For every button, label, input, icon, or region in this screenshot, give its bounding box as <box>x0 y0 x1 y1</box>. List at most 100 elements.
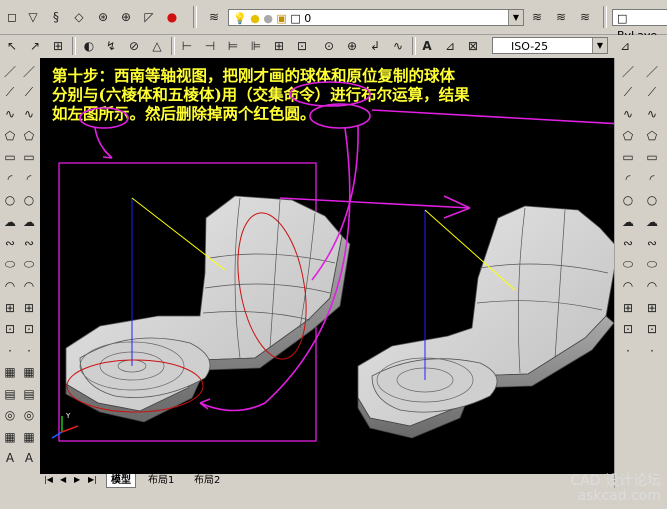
cylinder-edit-icon[interactable]: ∿ <box>643 105 661 123</box>
cylinder-icon[interactable]: ∿ <box>619 105 637 123</box>
pline-mod-icon[interactable]: ∿ <box>20 105 38 123</box>
line-mod-icon[interactable]: ／ <box>20 62 38 80</box>
box-edit-icon[interactable]: ／ <box>643 62 661 80</box>
center-mark-icon[interactable]: ⊙ <box>320 37 338 55</box>
pan-icon[interactable]: ▽ <box>24 8 42 26</box>
gradient-icon[interactable]: ▤ <box>1 385 19 403</box>
line-icon[interactable]: ／ <box>1 62 19 80</box>
mtext-mod-icon[interactable]: A <box>20 449 38 467</box>
intersect-edit-icon[interactable]: · <box>643 342 661 360</box>
pline-icon[interactable]: ∿ <box>1 105 19 123</box>
layer-previous-icon[interactable]: ≋ <box>528 8 546 26</box>
xline-icon[interactable]: ⟋ <box>1 84 19 102</box>
next-tab-icon[interactable]: ▶ <box>74 475 80 484</box>
slice-edit-icon[interactable]: ∾ <box>643 234 661 252</box>
polygon-icon[interactable]: ⬠ <box>1 127 19 145</box>
spline-icon[interactable]: ∾ <box>1 234 19 252</box>
layer-manager-icon[interactable]: ≋ <box>205 8 223 26</box>
union-edit-icon[interactable]: ⊞ <box>643 299 661 317</box>
dim-angular-icon[interactable]: △ <box>148 37 166 55</box>
tab-layout2[interactable]: 布局2 <box>190 474 224 487</box>
wedge-icon[interactable]: ▭ <box>619 148 637 166</box>
region-mod-icon[interactable]: ◎ <box>20 406 38 424</box>
table-mod-icon[interactable]: ▦ <box>20 428 38 446</box>
tolerance-icon[interactable]: ⊡ <box>293 37 311 55</box>
subtract-icon[interactable]: ⊡ <box>619 320 637 338</box>
dim-style-icon[interactable]: ⊠ <box>464 37 482 55</box>
rectangle-mod-icon[interactable]: ▭ <box>20 148 38 166</box>
quick-dim-icon[interactable]: ⊢ <box>178 37 196 55</box>
table-icon[interactable]: ▦ <box>1 428 19 446</box>
tab-layout1[interactable]: 布局1 <box>144 474 178 487</box>
jogged-linear-icon[interactable]: ↲ <box>366 37 384 55</box>
sphere-icon[interactable]: ⟋ <box>619 84 637 102</box>
new-file-icon[interactable]: ◻ <box>3 8 21 26</box>
section-icon[interactable]: ⬭ <box>619 256 637 274</box>
torus-edit-icon[interactable]: ◜ <box>643 170 661 188</box>
orbit-icon[interactable]: ⊛ <box>94 8 112 26</box>
circle-mod-icon[interactable]: ○ <box>20 191 38 209</box>
tab-model[interactable]: 模型 <box>106 474 136 488</box>
dim-continue-icon[interactable]: ⊨ <box>224 37 242 55</box>
point-icon[interactable]: · <box>1 342 19 360</box>
dim-baseline-icon[interactable]: ⊣ <box>201 37 219 55</box>
xline-mod-icon[interactable]: ⟋ <box>20 84 38 102</box>
ellipse-mod-icon[interactable]: ⬭ <box>20 256 38 274</box>
dim-style-manager-icon[interactable]: ⊿ <box>616 37 634 55</box>
right-solid[interactable] <box>357 205 614 439</box>
hatch-icon[interactable]: ▦ <box>1 363 19 381</box>
intersect-icon[interactable]: · <box>619 342 637 360</box>
dim-radius-icon[interactable]: ◐ <box>80 37 98 55</box>
inspect-icon[interactable]: ⊕ <box>343 37 361 55</box>
dim-text-edit-icon[interactable]: A <box>418 37 436 55</box>
gradient-mod-icon[interactable]: ▤ <box>20 385 38 403</box>
section-edit-icon[interactable]: ⬭ <box>643 256 661 274</box>
interfere-icon[interactable]: ◠ <box>619 277 637 295</box>
left-solid[interactable] <box>65 195 351 423</box>
layer-isolate-icon[interactable]: ≋ <box>576 8 594 26</box>
rectangle-icon[interactable]: ▭ <box>1 148 19 166</box>
arc-icon[interactable]: ◜ <box>1 170 19 188</box>
stop-icon[interactable]: ● <box>163 8 181 26</box>
revcloud-icon[interactable]: ☁ <box>1 213 19 231</box>
match-properties-icon[interactable]: ◇ <box>70 8 88 26</box>
hatch-mod-icon[interactable]: ▦ <box>20 363 38 381</box>
dim-jogged-icon[interactable]: ↯ <box>102 37 120 55</box>
region-icon[interactable]: ◎ <box>1 406 19 424</box>
insert-block-icon[interactable]: ⊞ <box>1 299 19 317</box>
extrude-edit-icon[interactable]: ○ <box>643 191 661 209</box>
make-block-icon[interactable]: ⊡ <box>1 320 19 338</box>
properties-icon[interactable]: § <box>47 8 65 26</box>
dimstyle-dropdown[interactable]: ISO-25 ▼ <box>492 37 608 54</box>
polygon-mod-icon[interactable]: ⬠ <box>20 127 38 145</box>
render-icon[interactable]: ⊕ <box>117 8 135 26</box>
union-icon[interactable]: ⊞ <box>619 299 637 317</box>
wedge-edit-icon[interactable]: ▭ <box>643 148 661 166</box>
chevron-down-icon[interactable]: ▼ <box>592 38 607 53</box>
dim-diameter-icon[interactable]: ⊘ <box>125 37 143 55</box>
point-mod-icon[interactable]: · <box>20 342 38 360</box>
dim-space-icon[interactable]: ⊫ <box>247 37 265 55</box>
first-tab-icon[interactable]: |◀ <box>44 475 53 484</box>
revolve-icon[interactable]: ☁ <box>619 213 637 231</box>
prev-tab-icon[interactable]: ◀ <box>60 475 66 484</box>
ellipse-arc-mod-icon[interactable]: ◠ <box>20 277 38 295</box>
ellipse-arc-icon[interactable]: ◠ <box>1 277 19 295</box>
revcloud-mod-icon[interactable]: ☁ <box>20 213 38 231</box>
dim-edit-icon[interactable]: ∿ <box>389 37 407 55</box>
interfere-edit-icon[interactable]: ◠ <box>643 277 661 295</box>
linetype-dropdown[interactable]: □ ByLaye <box>612 9 667 42</box>
subtract-edit-icon[interactable]: ⊡ <box>643 320 661 338</box>
layer-dropdown[interactable]: 💡 ● ● ▣ □ 0 ▼ <box>228 9 524 26</box>
circle-icon[interactable]: ○ <box>1 191 19 209</box>
last-tab-icon[interactable]: ▶| <box>88 475 97 484</box>
spline-mod-icon[interactable]: ∾ <box>20 234 38 252</box>
sphere-edit-icon[interactable]: ⟋ <box>643 84 661 102</box>
extrude-icon[interactable]: ○ <box>619 191 637 209</box>
chevron-down-icon[interactable]: ▼ <box>508 10 523 25</box>
dim-break-icon[interactable]: ⊞ <box>270 37 288 55</box>
cone-icon[interactable]: ⬠ <box>619 127 637 145</box>
dim-update-icon[interactable]: ⊿ <box>441 37 459 55</box>
slice-icon[interactable]: ∾ <box>619 234 637 252</box>
dim-linear-icon[interactable]: ↖ <box>3 37 21 55</box>
